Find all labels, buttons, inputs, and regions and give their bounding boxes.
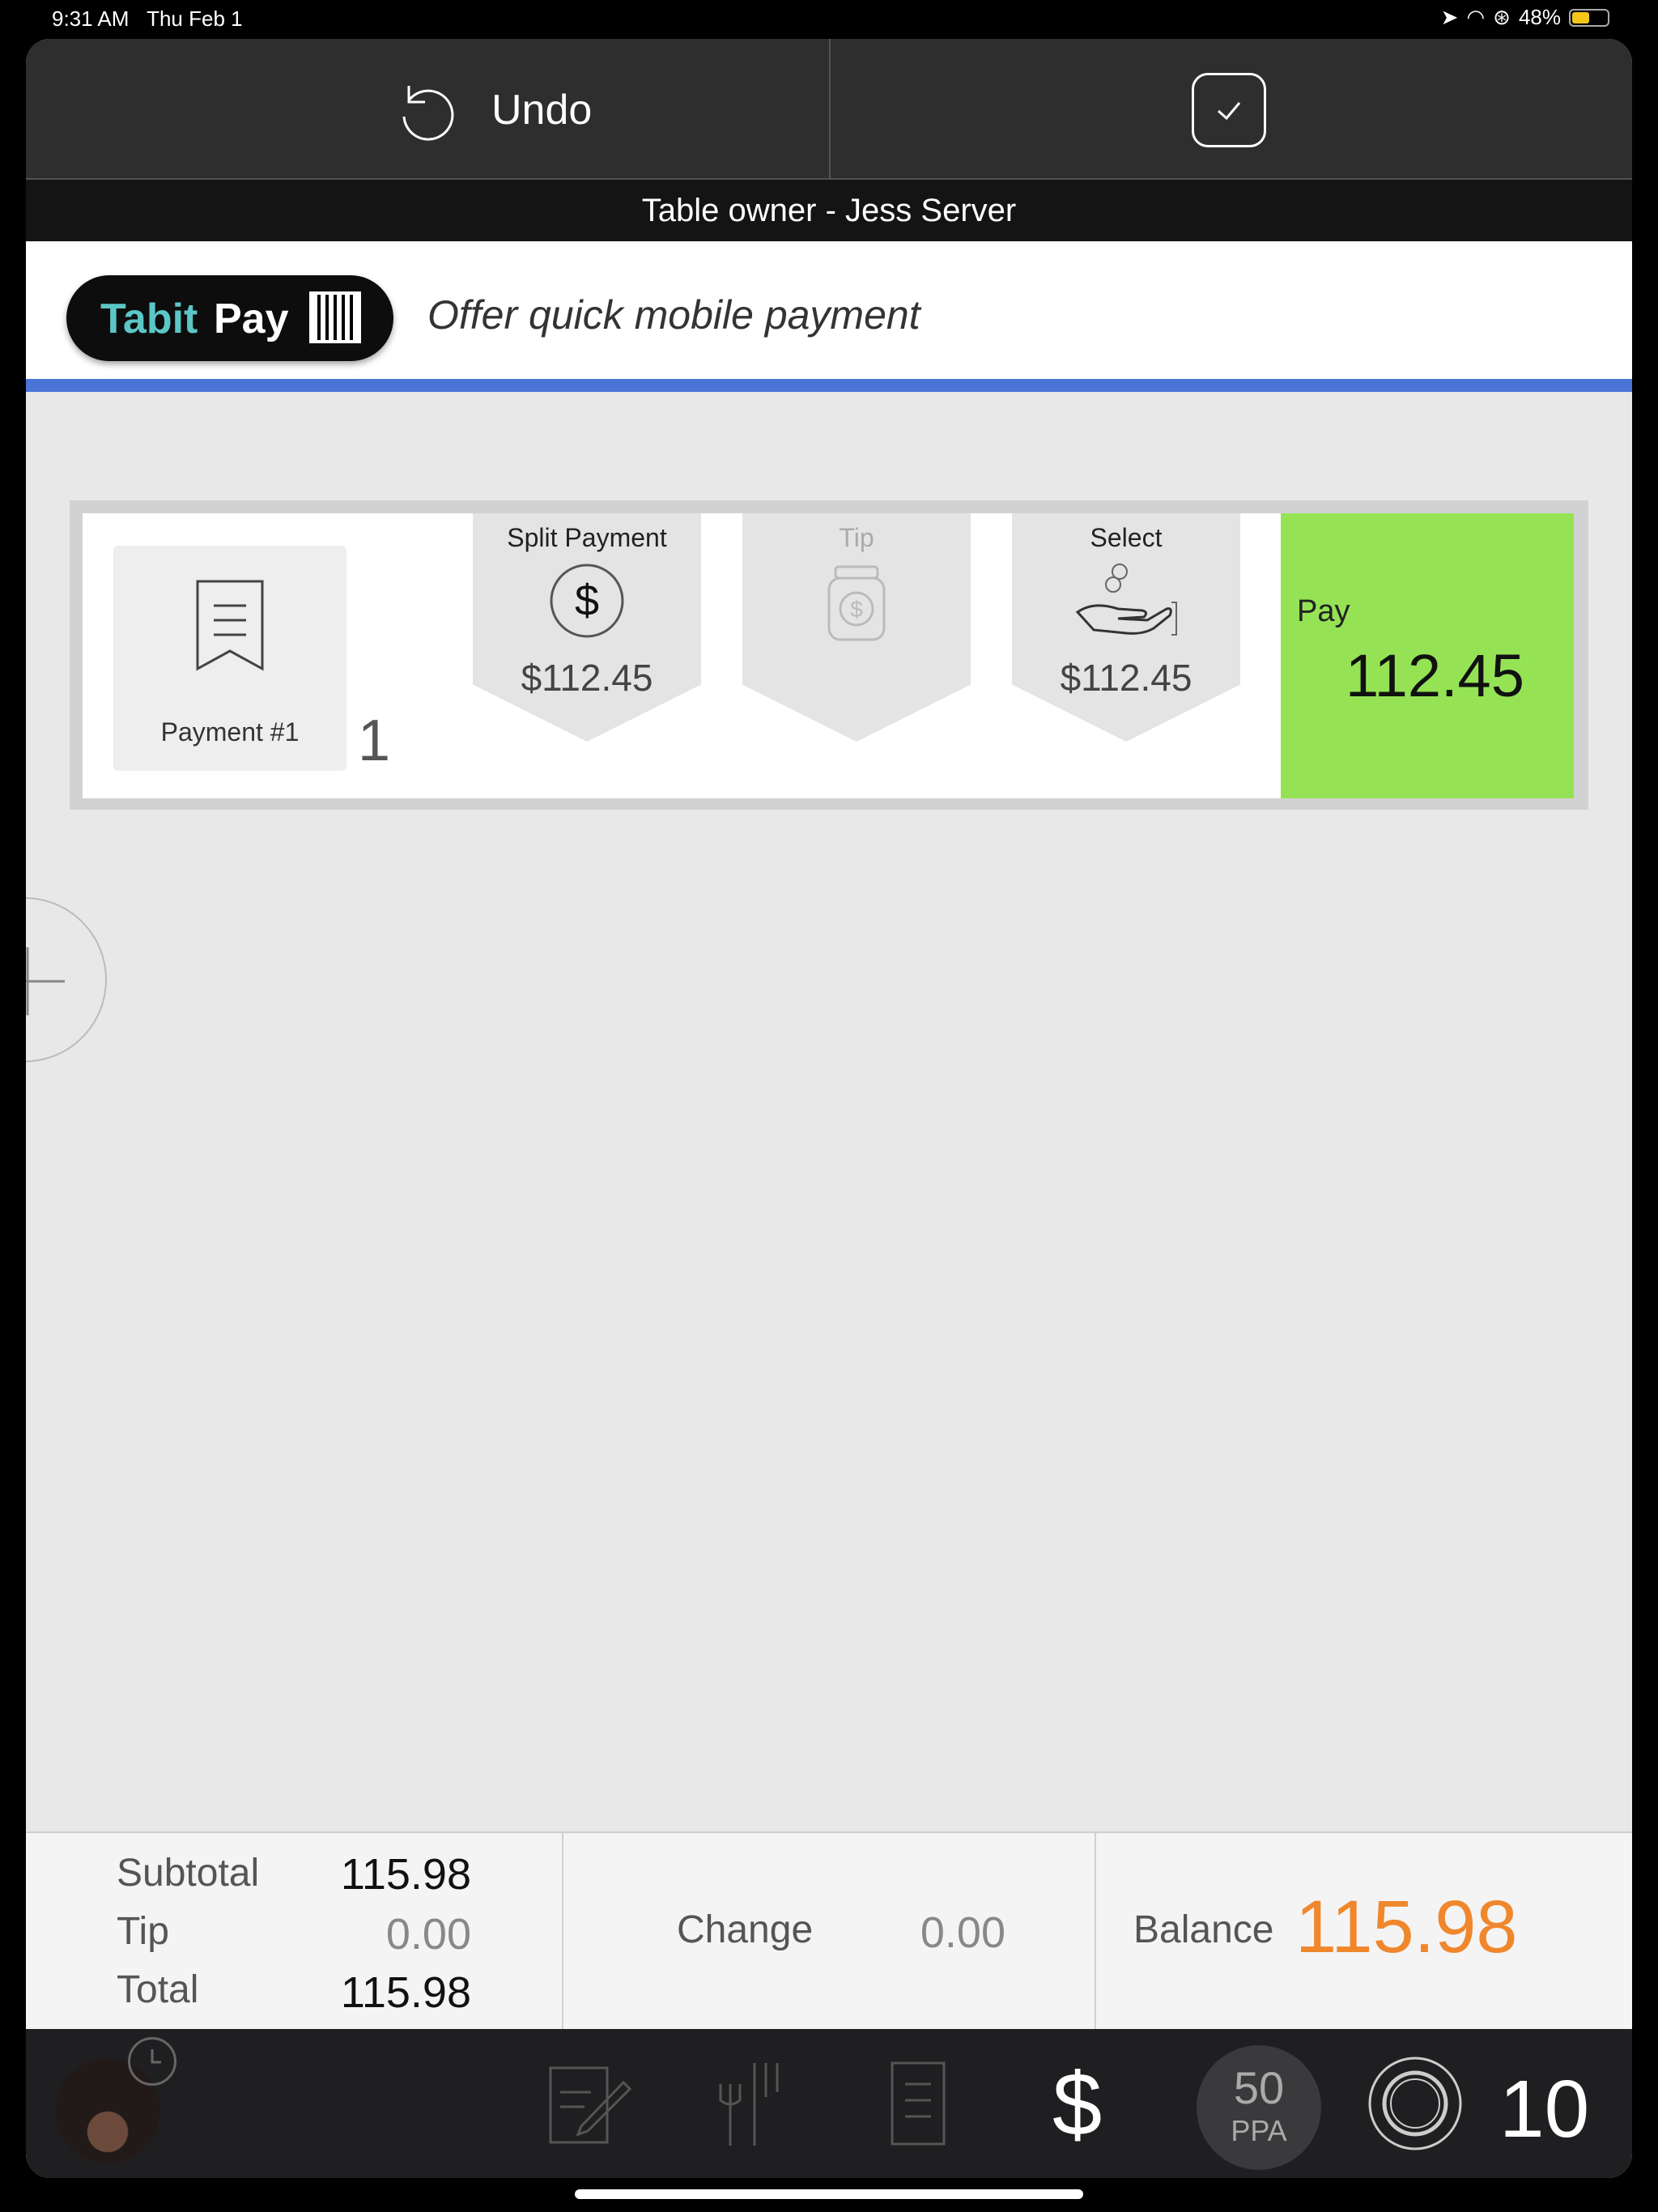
payment-card-label: Payment #1 — [160, 717, 300, 747]
home-indicator[interactable] — [575, 2189, 1083, 2199]
total-label: Total — [117, 1968, 199, 2011]
payment-row-body: Payment #1 1 Split Payment $ $112.45 Tip… — [83, 513, 1281, 798]
wifi-icon: ◠ — [1466, 5, 1486, 29]
ppa-unit: PPA — [1231, 2114, 1287, 2147]
split-payment-title: Split Payment — [507, 523, 667, 552]
svg-text:$: $ — [575, 576, 599, 625]
hand-coins-icon — [1075, 564, 1177, 636]
split-payment-button[interactable]: Split Payment $ $112.45 — [473, 513, 701, 742]
payment-count: 1 — [358, 708, 391, 773]
payment-card[interactable]: Payment #1 — [113, 546, 346, 771]
payment-row: Payment #1 1 Split Payment $ $112.45 Tip… — [70, 500, 1588, 810]
table-owner-banner: Table owner - Jess Server — [26, 180, 1632, 241]
pay-amount: 112.45 — [1346, 642, 1524, 709]
confirm-button[interactable] — [1192, 73, 1266, 147]
top-toolbar: Undo — [26, 39, 1632, 180]
brand-tabit: Tabit — [100, 296, 198, 342]
status-bar: 9:31 AM Thu Feb 1 ➤ ◠ ⊛ 48% — [0, 0, 1658, 39]
split-payment-amount: $112.45 — [521, 657, 653, 699]
undo-icon — [402, 86, 454, 141]
plate-icon[interactable] — [1365, 2053, 1465, 2154]
undo-button[interactable]: Undo — [394, 78, 592, 143]
ppa-number: 50 — [1233, 2062, 1285, 2113]
guest-count: 10 — [1499, 2064, 1590, 2155]
tip-jar-icon: $ — [827, 565, 886, 641]
status-right: ➤ ◠ ⊛ 48% — [1441, 5, 1609, 30]
receipt-icon[interactable] — [887, 2060, 952, 2149]
clock-icon — [128, 2037, 176, 2086]
subtotal-value: 115.98 — [340, 1850, 471, 1899]
edit-note-icon[interactable] — [546, 2060, 635, 2149]
add-payment-button[interactable] — [26, 897, 107, 1062]
undo-label: Undo — [491, 87, 593, 134]
change-value: 0.00 — [920, 1908, 1005, 1957]
balance-label: Balance — [1133, 1908, 1274, 1951]
promo-banner: Tabit Pay Offer quick mobile payment — [26, 241, 1632, 392]
balance-value: 115.98 — [1295, 1886, 1518, 1968]
status-time: 9:31 AM Thu Feb 1 — [52, 6, 243, 31]
select-button[interactable]: Select $112.45 — [1012, 513, 1240, 742]
orientation-lock-icon: ⊛ — [1493, 5, 1511, 29]
subtotal-label: Subtotal — [117, 1852, 260, 1895]
dollar-icon[interactable]: $ — [1052, 2053, 1102, 2156]
total-value: 115.98 — [340, 1968, 471, 2017]
pay-button[interactable]: Pay 112.45 — [1281, 513, 1574, 798]
bottom-nav: $ 50 PPA 10 — [26, 2029, 1632, 2178]
tabit-pay-button[interactable]: Tabit Pay — [66, 275, 393, 361]
plus-icon — [26, 947, 65, 1015]
select-amount: $112.45 — [1060, 657, 1192, 699]
tip-title: Tip — [839, 523, 874, 552]
location-icon: ➤ — [1440, 5, 1459, 29]
battery-icon — [1569, 8, 1609, 27]
tip-button[interactable]: Tip $ — [742, 513, 971, 742]
qr-code-icon — [309, 291, 361, 343]
change-label: Change — [677, 1908, 814, 1951]
promo-tagline: Offer quick mobile payment — [427, 292, 920, 338]
receipt-icon — [196, 580, 264, 671]
svg-text:$: $ — [850, 597, 863, 622]
pay-label: Pay — [1297, 594, 1350, 628]
tip-label: Tip — [117, 1910, 169, 1953]
fork-icon[interactable] — [714, 2060, 787, 2149]
check-icon — [1217, 102, 1241, 121]
ppa-badge[interactable]: 50 PPA — [1197, 2045, 1321, 2170]
brand-pay: Pay — [214, 296, 289, 342]
battery-percent: 48% — [1518, 5, 1561, 29]
select-title: Select — [1090, 523, 1163, 552]
app-window: Undo Table owner - Jess Server Tabit Pay… — [26, 39, 1632, 2178]
toolbar-divider — [829, 39, 831, 180]
tip-value: 0.00 — [385, 1910, 471, 1959]
totals-divider — [1095, 1833, 1096, 2031]
totals-divider — [562, 1833, 563, 2031]
dollar-circle-icon: $ — [550, 564, 624, 638]
totals-panel: Subtotal 115.98 Tip 0.00 Total 115.98 Ch… — [26, 1831, 1632, 2031]
